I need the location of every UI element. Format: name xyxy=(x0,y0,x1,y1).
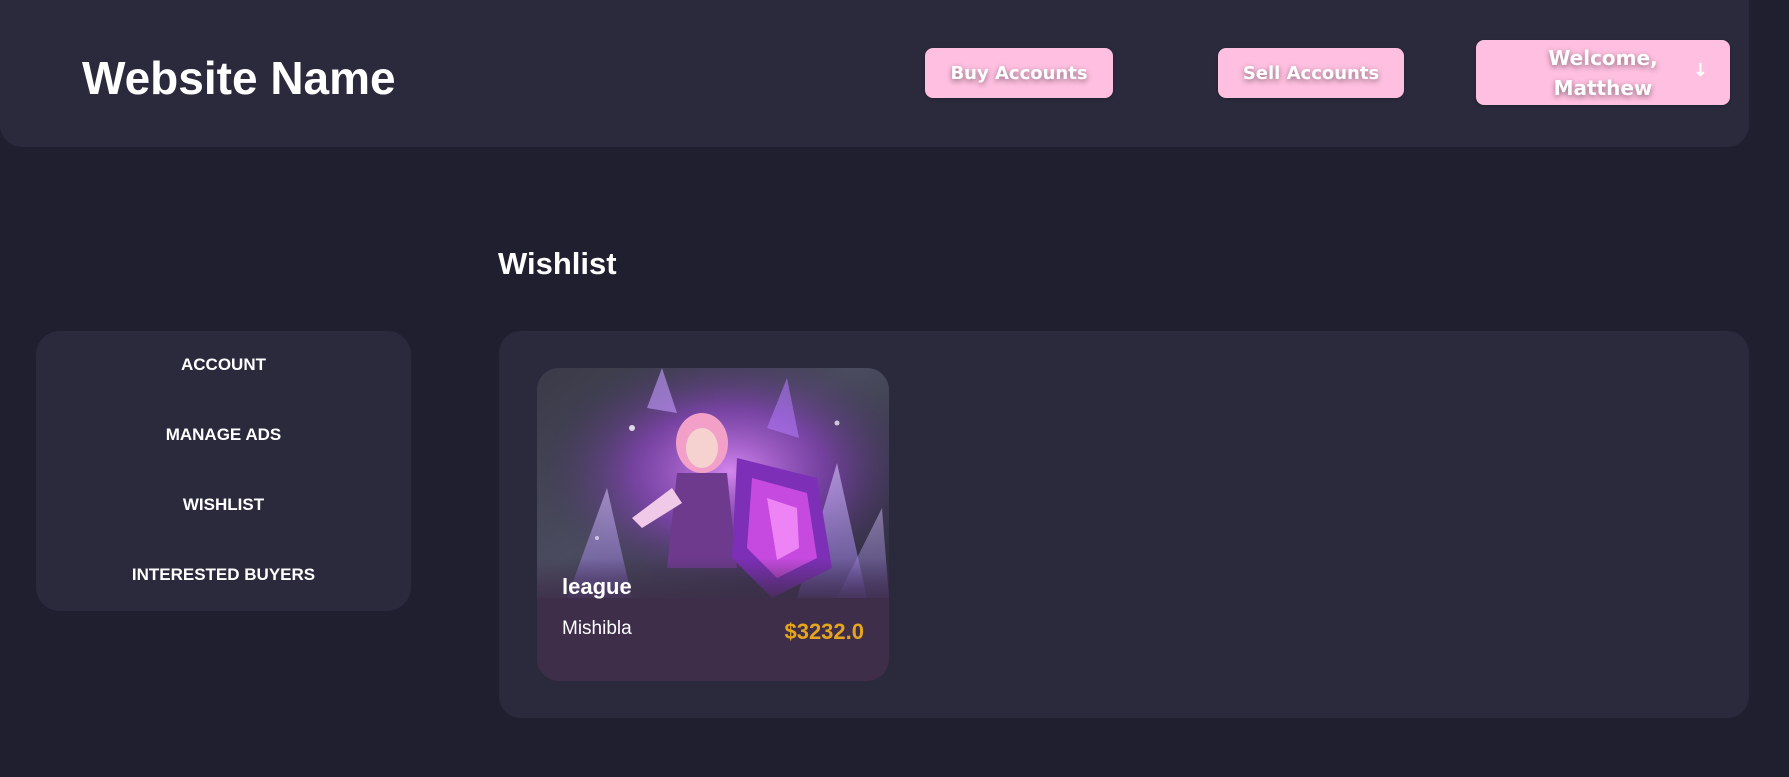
sidebar-item-account[interactable]: ACCOUNT xyxy=(36,355,411,375)
page-title: Wishlist xyxy=(498,246,617,281)
wishlist-card[interactable]: league Mishibla $3232.0 xyxy=(537,368,889,681)
arrow-down-icon: ↓ xyxy=(1692,60,1708,81)
user-menu-button[interactable]: Welcome, Matthew ↓ xyxy=(1476,40,1730,105)
sidebar-item-manage-ads[interactable]: MANAGE ADS xyxy=(36,425,411,445)
sidebar-item-wishlist[interactable]: WISHLIST xyxy=(36,495,411,515)
buy-accounts-label: Buy Accounts xyxy=(950,62,1088,84)
buy-accounts-button[interactable]: Buy Accounts xyxy=(925,48,1113,98)
sell-accounts-label: Sell Accounts xyxy=(1242,62,1380,84)
listing-seller: Mishibla xyxy=(562,618,632,639)
user-welcome-label: Welcome, Matthew xyxy=(1548,45,1658,100)
sell-accounts-button[interactable]: Sell Accounts xyxy=(1218,48,1404,98)
listing-price: $3232.0 xyxy=(784,619,864,644)
account-sidebar: ACCOUNT MANAGE ADS WISHLIST INTERESTED B… xyxy=(36,331,411,611)
top-header: Website Name Buy Accounts Sell Accounts … xyxy=(0,0,1749,147)
listing-title: league xyxy=(562,574,632,599)
site-title[interactable]: Website Name xyxy=(82,50,396,106)
sidebar-item-interested-buyers[interactable]: INTERESTED BUYERS xyxy=(36,565,411,585)
